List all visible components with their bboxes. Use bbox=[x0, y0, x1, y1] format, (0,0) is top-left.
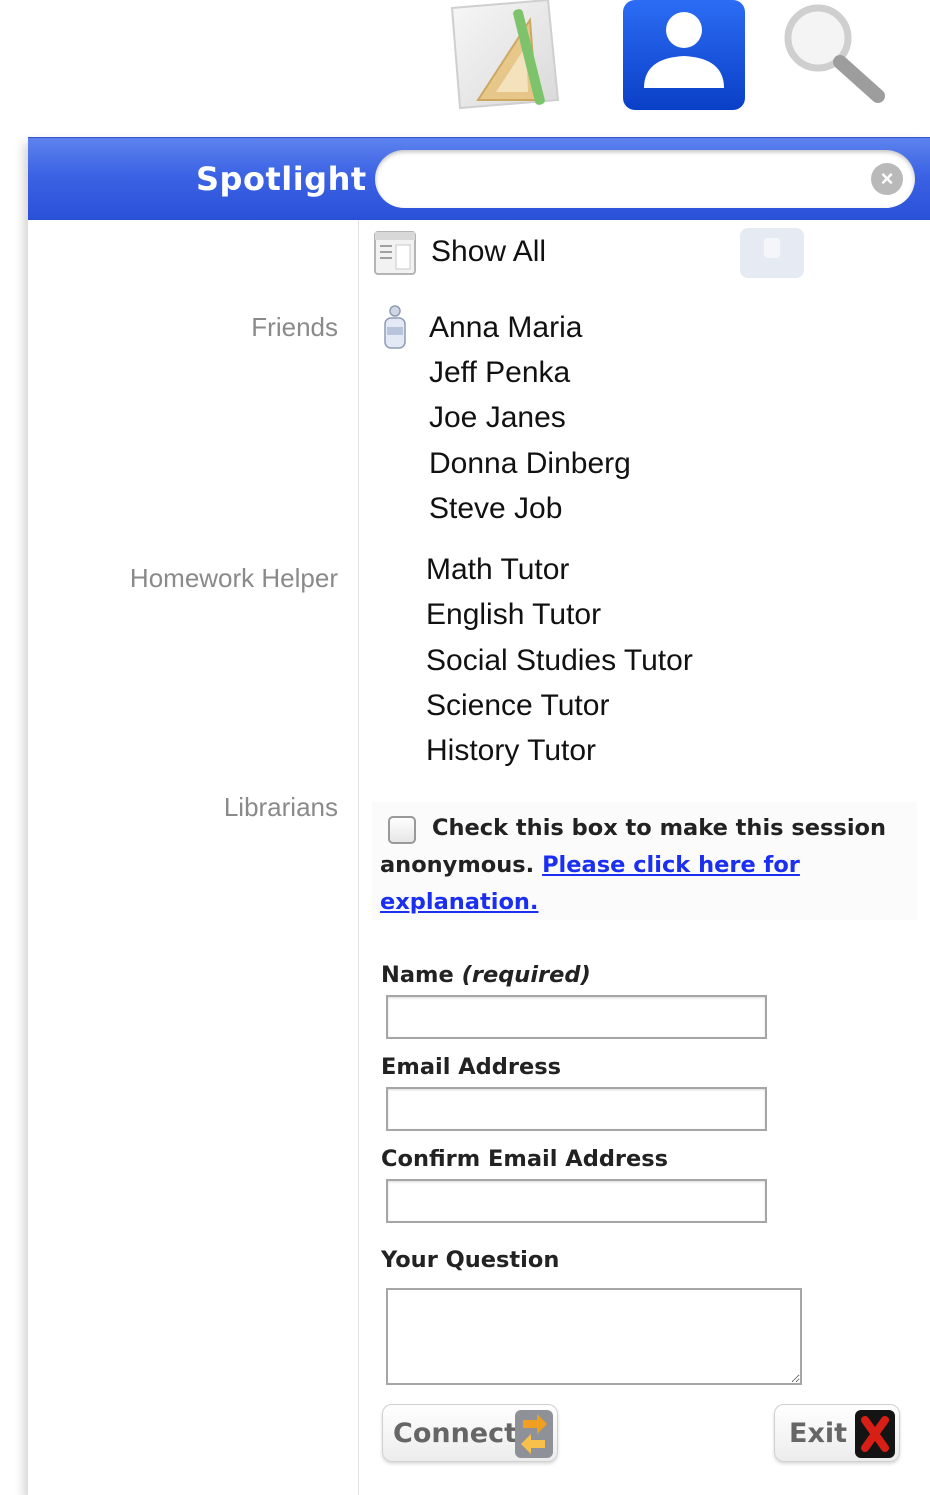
exit-button[interactable]: Exit bbox=[774, 1404, 900, 1462]
notes-drafting-icon[interactable] bbox=[438, 0, 568, 112]
friend-item[interactable]: Joe Janes bbox=[429, 401, 566, 435]
spotlight-label: Spotlight bbox=[196, 160, 367, 198]
friend-item[interactable]: Steve Job bbox=[429, 492, 562, 526]
exit-x-icon bbox=[853, 1408, 897, 1460]
question-textarea[interactable] bbox=[386, 1288, 802, 1385]
person-icon[interactable] bbox=[622, 0, 746, 111]
friend-item[interactable]: Jeff Penka bbox=[429, 356, 570, 390]
spotlight-search-input[interactable] bbox=[399, 158, 859, 200]
tutor-item[interactable]: English Tutor bbox=[426, 598, 601, 632]
question-field-label: Your Question bbox=[381, 1247, 560, 1273]
tutor-item[interactable]: Math Tutor bbox=[426, 553, 569, 587]
dock-bar bbox=[0, 0, 930, 130]
required-marker: (required) bbox=[461, 962, 591, 988]
contact-person-icon bbox=[382, 303, 408, 351]
magnifier-icon[interactable] bbox=[778, 0, 888, 106]
show-all-item[interactable]: Show All bbox=[431, 235, 546, 269]
tutor-item[interactable]: Social Studies Tutor bbox=[426, 644, 693, 678]
anonymous-notice: Check this box to make this session anon… bbox=[372, 802, 917, 920]
column-divider bbox=[358, 220, 359, 1495]
spotlight-bar: Spotlight × bbox=[28, 137, 930, 220]
friend-item[interactable]: Donna Dinberg bbox=[429, 447, 631, 481]
name-field-label: Name (required) bbox=[381, 962, 591, 988]
clear-search-icon[interactable]: × bbox=[871, 163, 903, 195]
librarians-section-label: Librarians bbox=[223, 792, 338, 822]
window-list-icon bbox=[374, 231, 416, 275]
tutor-item[interactable]: History Tutor bbox=[426, 734, 596, 768]
spotlight-panel: Spotlight × Show All Friends Anna Maria … bbox=[28, 137, 930, 1495]
friends-section-label: Friends bbox=[251, 312, 338, 342]
confirm-email-input[interactable] bbox=[386, 1179, 767, 1223]
friend-item[interactable]: Anna Maria bbox=[429, 311, 582, 345]
exit-button-label: Exit bbox=[789, 1418, 848, 1449]
faded-folder-icon bbox=[736, 224, 808, 282]
email-field-label: Email Address bbox=[381, 1054, 562, 1080]
email-input[interactable] bbox=[386, 1087, 767, 1131]
name-label-text: Name bbox=[381, 962, 454, 988]
search-field-container: × bbox=[375, 150, 915, 208]
name-input[interactable] bbox=[386, 995, 767, 1039]
tutor-item[interactable]: Science Tutor bbox=[426, 689, 609, 723]
connect-button-label: Connect bbox=[393, 1418, 518, 1449]
anonymous-notice-text: Check this box to make this session anon… bbox=[380, 810, 900, 921]
confirm-email-field-label: Confirm Email Address bbox=[381, 1146, 669, 1172]
connect-button[interactable]: Connect bbox=[382, 1404, 558, 1462]
connect-arrows-icon bbox=[513, 1408, 555, 1460]
homework-helper-section-label: Homework Helper bbox=[129, 563, 338, 593]
